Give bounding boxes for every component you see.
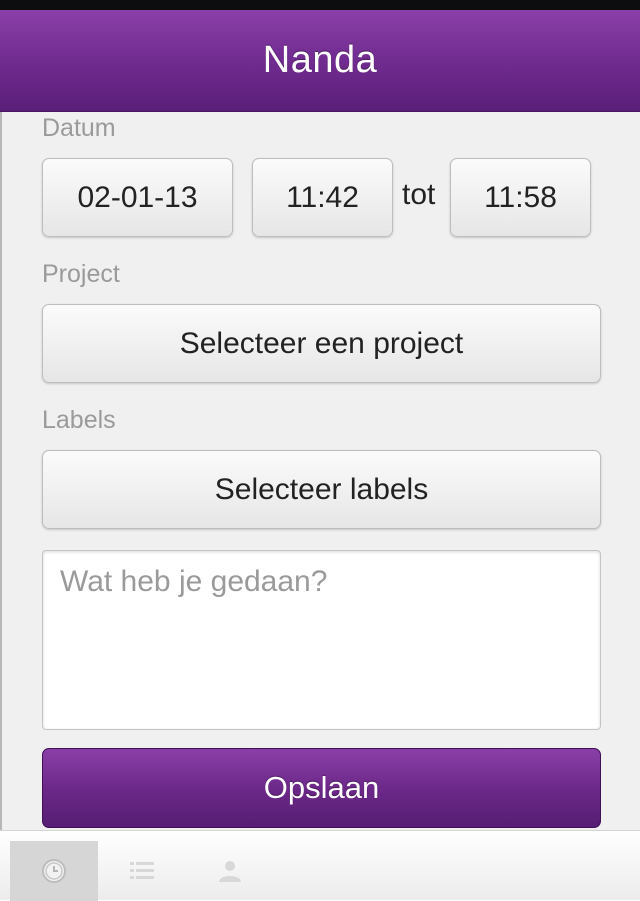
select-labels-button[interactable]: Selecteer labels <box>42 450 601 529</box>
date-label: Datum <box>42 114 116 142</box>
select-project-button[interactable]: Selecteer een project <box>42 304 601 383</box>
save-button-label: Opslaan <box>263 770 380 805</box>
time-entry-form: Datum 02-01-13 11:42 tot 11:58 Project S… <box>0 112 640 830</box>
description-placeholder: Wat heb je gedaan? <box>60 565 328 598</box>
select-project-label: Selecteer een project <box>179 326 464 360</box>
select-labels-label: Selecteer labels <box>214 472 429 506</box>
description-textarea[interactable]: Wat heb je gedaan? <box>42 550 601 730</box>
clock-icon <box>42 859 66 883</box>
save-button[interactable]: Opslaan <box>42 748 601 828</box>
to-label: tot <box>402 178 436 211</box>
tab-timer[interactable] <box>10 841 98 901</box>
tab-profile[interactable] <box>186 841 274 901</box>
project-label: Project <box>42 260 120 288</box>
status-bar <box>0 0 640 10</box>
start-time-value: 11:42 <box>286 180 359 214</box>
start-time-button[interactable]: 11:42 <box>252 158 393 237</box>
page-title: Nanda <box>262 39 378 81</box>
date-value: 02-01-13 <box>77 180 198 214</box>
tab-bar <box>0 830 640 901</box>
list-icon <box>130 862 154 879</box>
labels-label: Labels <box>42 406 116 434</box>
tab-list[interactable] <box>98 841 186 901</box>
date-button[interactable]: 02-01-13 <box>42 158 233 237</box>
end-time-button[interactable]: 11:58 <box>450 158 591 237</box>
nav-bar: Nanda <box>0 10 640 112</box>
end-time-value: 11:58 <box>484 180 557 214</box>
person-icon <box>219 861 241 882</box>
